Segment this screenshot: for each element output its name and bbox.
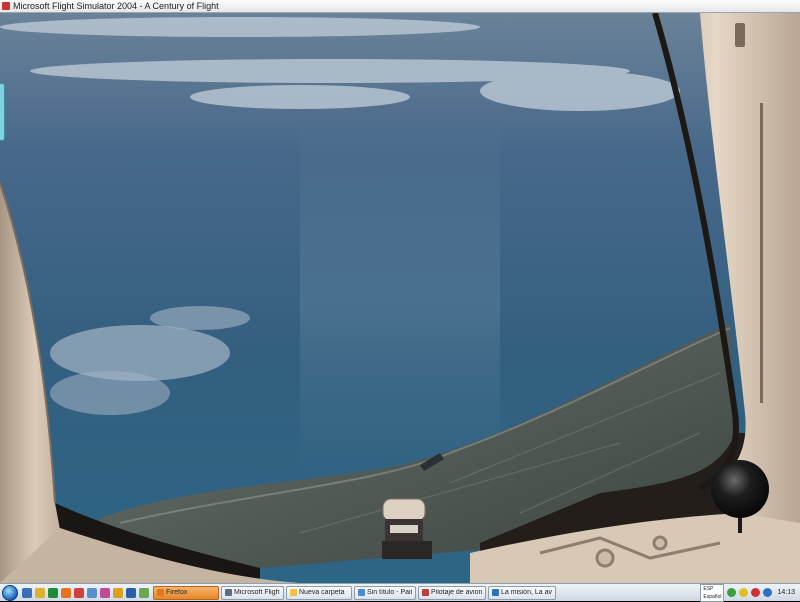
taskbar-button-icon <box>157 589 164 596</box>
window-title-bar: Microsoft Flight Simulator 2004 - A Cent… <box>0 0 800 13</box>
music-icon[interactable] <box>100 587 110 598</box>
taskbar-button-2[interactable]: Nueva carpeta <box>286 585 352 600</box>
update-icon[interactable] <box>763 588 773 597</box>
taskbar-button-1[interactable]: Microsoft Flight Si... <box>221 585 284 600</box>
network-icon[interactable] <box>727 588 737 597</box>
windows-taskbar: Firefox Microsoft Flight Si... Nueva carpe… <box>0 583 800 602</box>
taskbar-button-5[interactable]: La misión, La aven... <box>488 585 556 600</box>
language-name: Español <box>703 593 722 600</box>
taskbar-button-0[interactable]: Firefox <box>153 585 219 600</box>
firefox-icon[interactable] <box>61 587 71 598</box>
taskbar-button-4[interactable]: Pilotaje de aviones... <box>418 585 486 600</box>
window-title: Microsoft Flight Simulator 2004 - A Cent… <box>13 1 219 11</box>
messenger-icon[interactable] <box>87 587 97 598</box>
taskbar-button-icon <box>290 589 297 596</box>
volume-icon[interactable] <box>739 588 749 597</box>
rain-shaft <box>300 113 500 483</box>
side-panel-handle[interactable] <box>0 83 5 141</box>
taskbar-button-icon <box>358 589 365 596</box>
system-tray: ESP Español 14:13 <box>700 583 800 602</box>
folder-icon[interactable] <box>35 587 45 598</box>
taskbar-button-label: Microsoft Flight Si... <box>234 589 280 596</box>
settings-icon[interactable] <box>126 587 136 598</box>
taskbar-button-3[interactable]: Sin título - Paint <box>354 585 416 600</box>
security-icon[interactable] <box>751 588 761 597</box>
taskbar-button-icon <box>225 589 232 596</box>
taskbar-buttons: Firefox Microsoft Flight Si... Nueva carpe… <box>153 585 558 600</box>
taskbar-button-label: Pilotaje de aviones... <box>431 589 482 596</box>
download-icon[interactable] <box>139 587 149 598</box>
show-desktop-icon[interactable] <box>22 587 32 598</box>
game-viewport[interactable] <box>0 13 800 583</box>
media-player-icon[interactable] <box>48 587 58 598</box>
taskbar-button-label: Firefox <box>166 589 188 596</box>
throttle-knob <box>711 460 769 518</box>
taskbar-button-icon <box>422 589 429 596</box>
flight-sim-app-icon <box>2 2 10 10</box>
language-indicator[interactable]: ESP Español <box>700 583 725 602</box>
start-button[interactable] <box>2 584 18 601</box>
taskbar-button-label: Nueva carpeta <box>299 589 345 596</box>
taskbar-button-label: La misión, La aven... <box>501 589 552 596</box>
chrome-icon[interactable] <box>113 587 123 598</box>
cockpit-scene <box>0 13 800 583</box>
taskbar-clock[interactable]: 14:13 <box>775 589 797 596</box>
taskbar-button-label: Sin título - Paint <box>367 589 412 596</box>
language-code: ESP <box>703 585 714 592</box>
quick-launch <box>22 587 149 598</box>
antivirus-icon[interactable] <box>74 587 84 598</box>
taskbar-button-icon <box>492 589 499 596</box>
